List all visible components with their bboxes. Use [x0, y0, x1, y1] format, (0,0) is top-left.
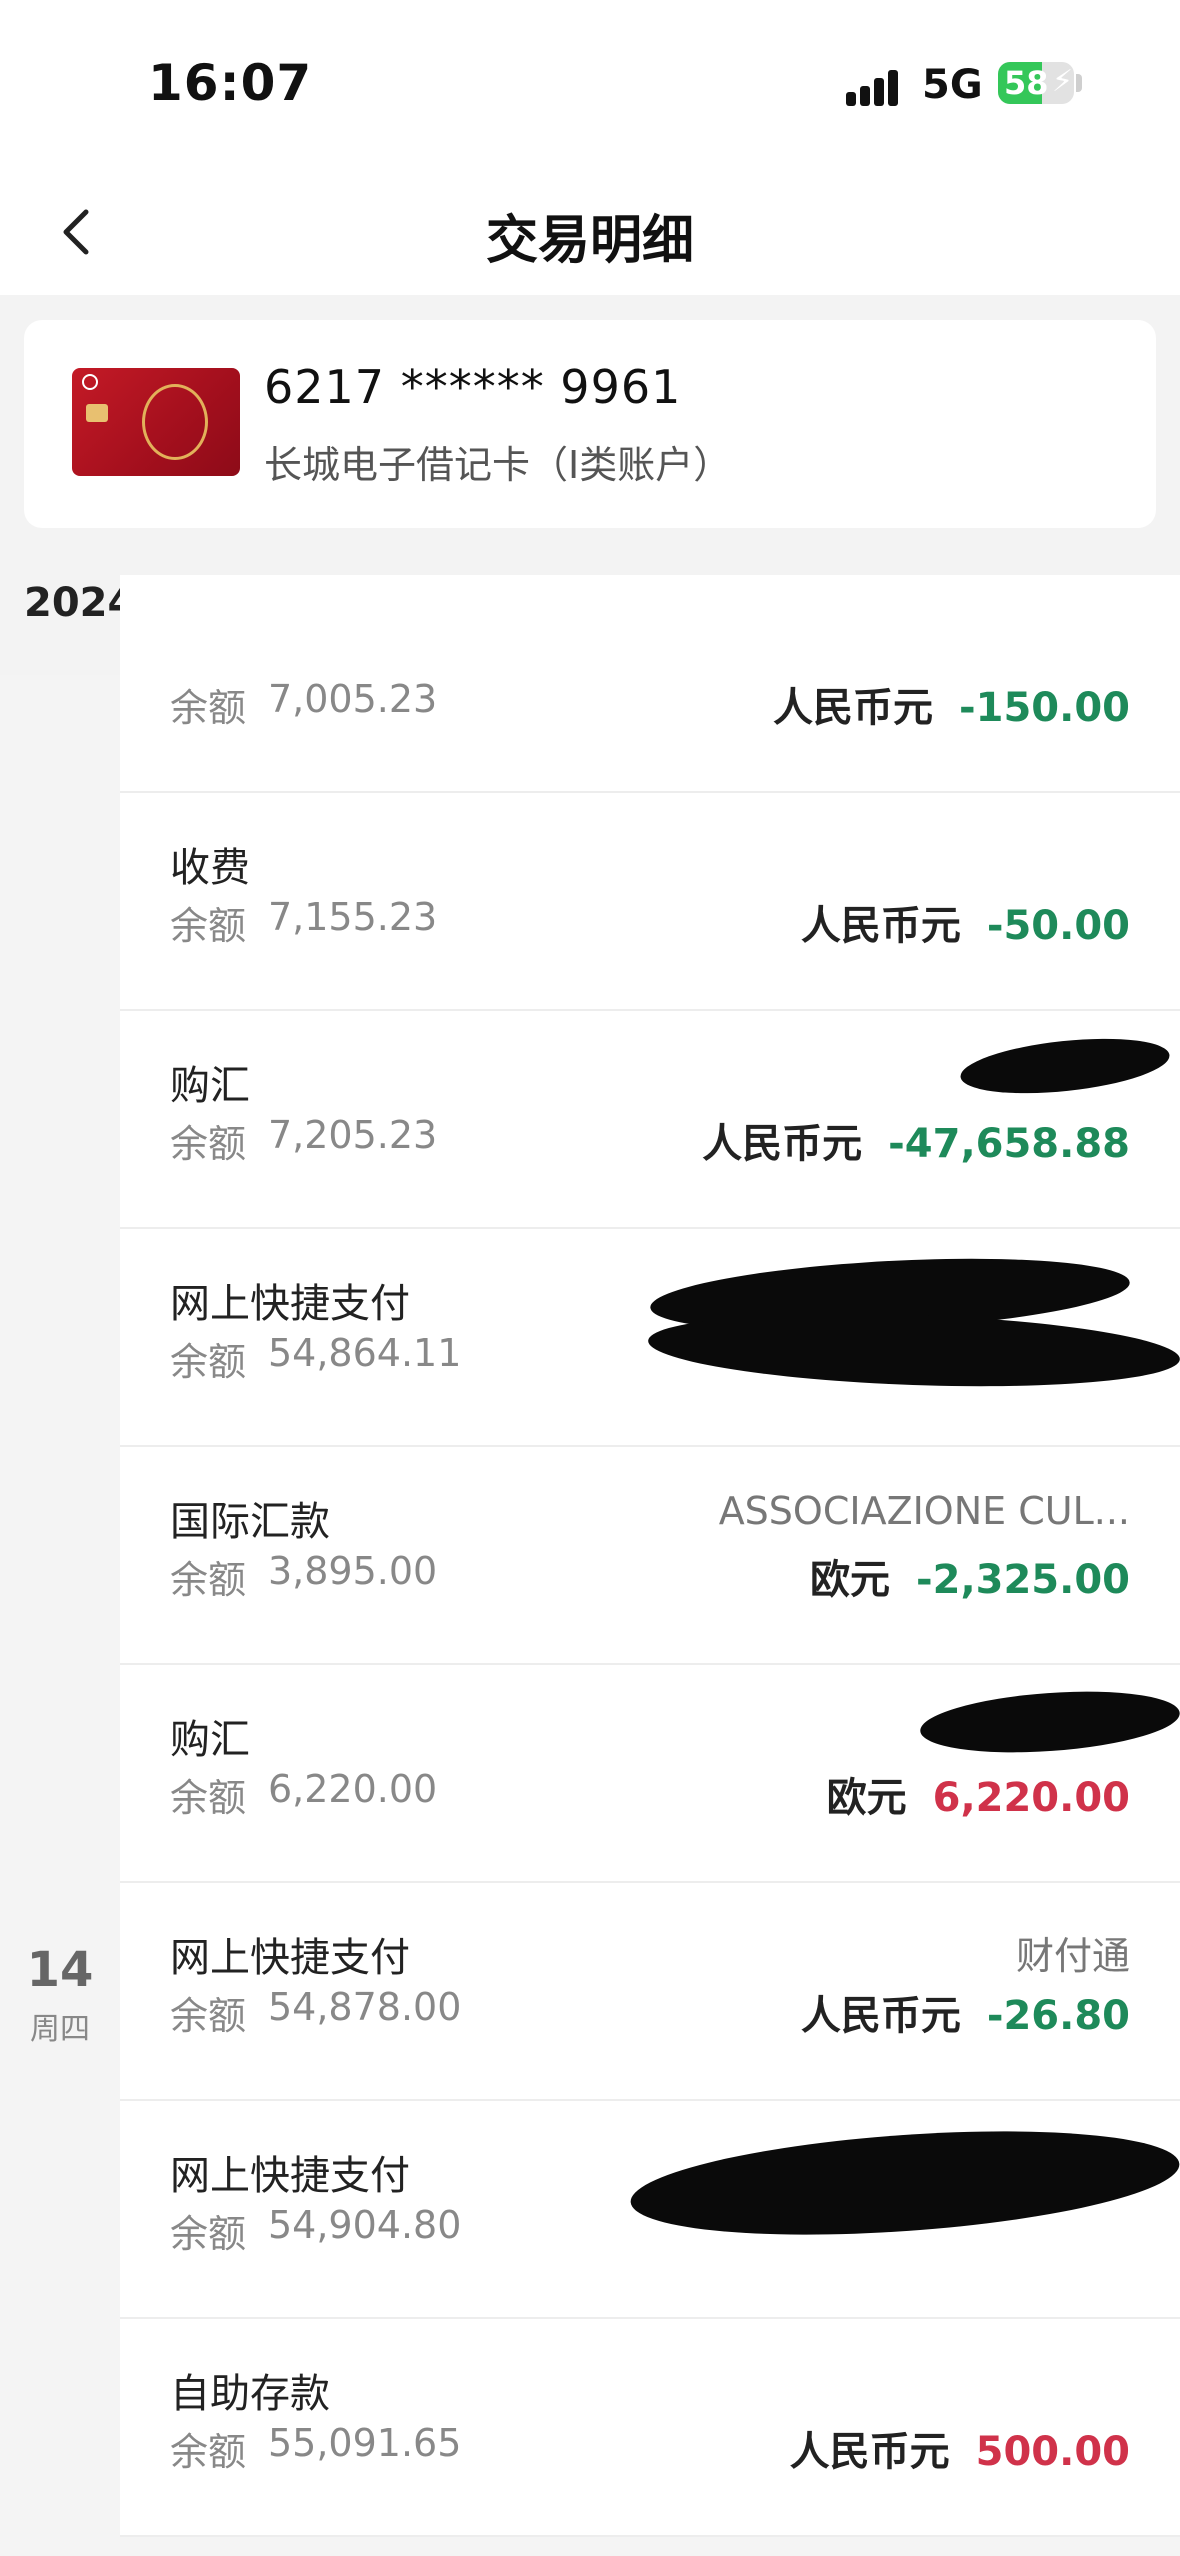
transaction-row[interactable]: 网上快捷支付 财付通 余额 54,878.00 人民币元 -26.80 — [120, 1883, 1180, 2101]
balance-value: 54,904.80 — [268, 2203, 462, 2247]
card-name: 长城电子借记卡（I类账户） — [264, 443, 732, 487]
transaction-amount-group: 人民币元 -150.00 — [773, 675, 1130, 733]
balance-value: 55,091.65 — [268, 2421, 462, 2465]
redaction-mark — [646, 1305, 1180, 1395]
balance-value: 3,895.00 — [268, 1549, 438, 1593]
balance-value: 54,864.11 — [268, 1331, 462, 1375]
transaction-row[interactable]: 国际汇款 ASSOCIAZIONE CUL... 余额 3,895.00 欧元 -… — [120, 1447, 1180, 1665]
transaction-type: 自助存款 — [170, 2371, 330, 2417]
transaction-row[interactable]: 网上快捷支付 余额 54,864.11 — [120, 1229, 1180, 1447]
transaction-row[interactable]: 网上快捷支付 余额 54,904.80 — [120, 2101, 1180, 2319]
balance-label: 余额 — [170, 686, 247, 730]
transaction-type: 购汇 — [170, 1063, 250, 1109]
transaction-type: 网上快捷支付 — [170, 1935, 410, 1981]
transaction-type: 网上快捷支付 — [170, 2153, 410, 2199]
account-card[interactable]: 6217 ****** 9961 长城电子借记卡（I类账户） — [24, 320, 1156, 528]
network-label: 5G — [922, 62, 983, 108]
amount: -26.80 — [986, 1993, 1130, 2039]
balance-label: 余额 — [170, 2212, 247, 2256]
balance-label: 余额 — [170, 1994, 247, 2038]
balance-label: 余额 — [170, 904, 247, 948]
amount: -150.00 — [959, 685, 1130, 731]
card-number: 6217 ****** 9961 — [264, 360, 682, 414]
amount: -47,658.88 — [888, 1121, 1130, 1167]
weekday-label: 周四 — [30, 2012, 90, 2047]
currency: 人民币元 — [773, 685, 934, 731]
currency: 人民币元 — [702, 1121, 863, 1167]
amount: 500.00 — [975, 2429, 1130, 2475]
bank-card-image — [72, 368, 240, 476]
transaction-type: 收费 — [170, 845, 250, 891]
transaction-amount-group: 人民币元 500.00 — [790, 2419, 1130, 2477]
transaction-type: 国际汇款 — [170, 1499, 330, 1545]
transaction-amount-group: 人民币元 -50.00 — [801, 893, 1130, 951]
signal-icon — [846, 66, 908, 106]
balance-value: 7,155.23 — [268, 895, 438, 939]
merchant-name: 财付通 — [1015, 1934, 1130, 1978]
amount: -2,325.00 — [916, 1557, 1130, 1603]
nav-bar: 交易明细 — [0, 170, 1180, 295]
transaction-amount-group: 欧元 -2,325.00 — [810, 1547, 1130, 1605]
balance-label: 余额 — [170, 1558, 247, 1602]
battery-icon: 58 ⚡ — [998, 62, 1074, 104]
redaction-mark — [957, 1030, 1173, 1102]
transaction-type: 网上快捷支付 — [170, 1281, 410, 1327]
balance-value: 7,205.23 — [268, 1113, 438, 1157]
amount: -50.00 — [986, 903, 1130, 949]
status-bar: 16:07 5G 58 ⚡ — [0, 0, 1180, 170]
merchant-name: ASSOCIAZIONE CUL... — [718, 1489, 1130, 1533]
transaction-row[interactable]: 收费 余额 7,155.23 人民币元 -50.00 — [120, 793, 1180, 1011]
redaction-mark — [918, 1684, 1180, 1760]
balance-label: 余额 — [170, 1776, 247, 1820]
balance-label: 余额 — [170, 2430, 247, 2474]
balance-label: 余额 — [170, 1122, 247, 1166]
transaction-row[interactable]: 购汇 余额 7,205.23 人民币元 -47,658.88 — [120, 1011, 1180, 1229]
day-number: 14 — [26, 1942, 94, 1998]
balance-value: 6,220.00 — [268, 1767, 438, 1811]
balance-value: 54,878.00 — [268, 1985, 462, 2029]
transaction-row[interactable]: 余额 7,005.23 人民币元 -150.00 — [120, 575, 1180, 793]
transaction-row[interactable]: 自助存款 余额 55,091.65 人民币元 500.00 — [120, 2319, 1180, 2537]
transaction-amount-group: 欧元 6,220.00 — [827, 1765, 1130, 1823]
battery-level: 58 — [1004, 64, 1049, 102]
page-title: 交易明细 — [485, 211, 694, 271]
transaction-amount-group: 人民币元 -26.80 — [801, 1983, 1130, 2041]
transaction-amount-group: 人民币元 -47,658.88 — [702, 1111, 1130, 1169]
currency: 人民币元 — [800, 1993, 961, 2039]
balance-label: 余额 — [170, 1340, 247, 1384]
transaction-row[interactable]: 购汇 余额 6,220.00 欧元 6,220.00 — [120, 1665, 1180, 1883]
amount: 6,220.00 — [932, 1775, 1130, 1821]
transaction-type: 购汇 — [170, 1717, 250, 1763]
currency: 人民币元 — [800, 903, 961, 949]
currency: 欧元 — [810, 1557, 891, 1603]
redaction-mark — [627, 2115, 1180, 2251]
currency: 人民币元 — [789, 2429, 950, 2475]
balance-value: 7,005.23 — [268, 677, 438, 721]
transaction-list: 余额 7,005.23 人民币元 -150.00 收费 余额 7,155.23 人… — [0, 575, 1180, 2556]
currency: 欧元 — [826, 1775, 907, 1821]
status-time: 16:07 — [148, 54, 313, 112]
